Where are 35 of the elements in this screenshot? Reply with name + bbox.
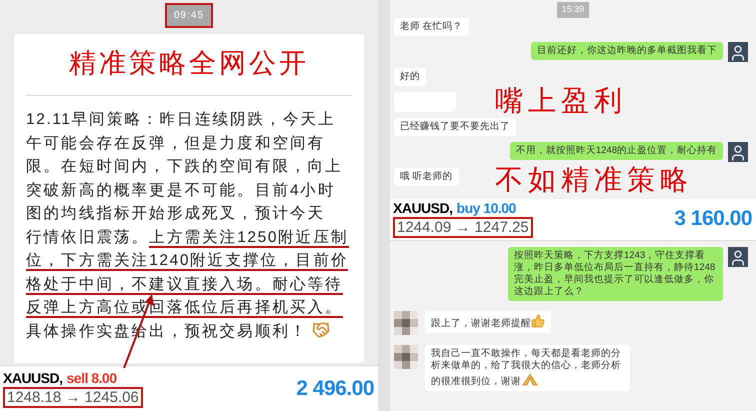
post-line: 限。在短时间内，下跌的空间有限，向上 [26, 157, 344, 177]
profit: 2 496.00 [296, 376, 374, 402]
message-bubble: 不用，就按照昨天1248的止盈位置，耐心持有 [510, 142, 723, 160]
post-line: 12.11早间策略：昨日连续阴跌，今天上 [26, 110, 337, 130]
avatar [728, 42, 748, 62]
post-line: 图的均线指标开始形成死叉，预计今天 [26, 204, 326, 224]
message-bubble: 哦 听老师的 [394, 168, 459, 186]
post-line: 格处于中间，不建议直接入场。耐心等待 [26, 274, 344, 296]
annotation-text: 不如精准策略 [495, 165, 693, 195]
post-line: 位，下方需关注1240附近支撑位，目前价 [26, 251, 350, 272]
price-change: 1244.09 → 1247.25 [393, 217, 533, 238]
message-bubble: 目前还好，你这边昨晚的多单截图我看下 [531, 42, 723, 60]
post-line: 突破新高的概率更是不可能。目前4小时 [26, 180, 336, 200]
message-bubble: 我自己一直不敢操作，每天都是看老师的分析来做单的，给了我很大的信心，老师分析的很准很到位，谢谢 [425, 344, 630, 390]
thumbs-up-icon [531, 314, 545, 328]
message-bubble: 已经赚钱了要不要先出了 [394, 118, 516, 136]
annotation-text: 嘴上盈利 [495, 86, 627, 116]
avatar [728, 246, 748, 266]
message-bubble: 老师 在忙吗？ [394, 18, 469, 36]
order-label: sell 8.00 [66, 370, 117, 386]
message-bubble: 好的 [394, 68, 426, 86]
price-change: 1248.18 → 1245.06 [3, 386, 143, 408]
timestamp: 09:45 [164, 3, 214, 28]
message-bubble: 按照昨天策略，下方支撑1243，守住支撑看涨，昨日多单低位布局后一直持有，静待1248完美止盈，早间我也提示了可以逢低做多，你这边跟上了么？ [508, 246, 723, 300]
symbol: XAUUSD, [393, 200, 453, 216]
timestamp: 15:39 [556, 2, 590, 18]
post-line: 行情依旧震荡。上方需关注1250附近压制 [26, 228, 350, 249]
handshake-icon [312, 320, 330, 338]
order-label: buy 10.00 [456, 200, 516, 216]
profit: 3 160.00 [674, 206, 752, 232]
post-line: 午可能会存在反弹，但是力度和空间有 [26, 134, 326, 154]
message-bubble: 跟上了，谢谢老师提醒 [425, 310, 551, 332]
avatar [728, 142, 748, 162]
symbol: XAUUSD, [3, 370, 63, 386]
headline: 精准策略全网公开 [69, 47, 309, 82]
